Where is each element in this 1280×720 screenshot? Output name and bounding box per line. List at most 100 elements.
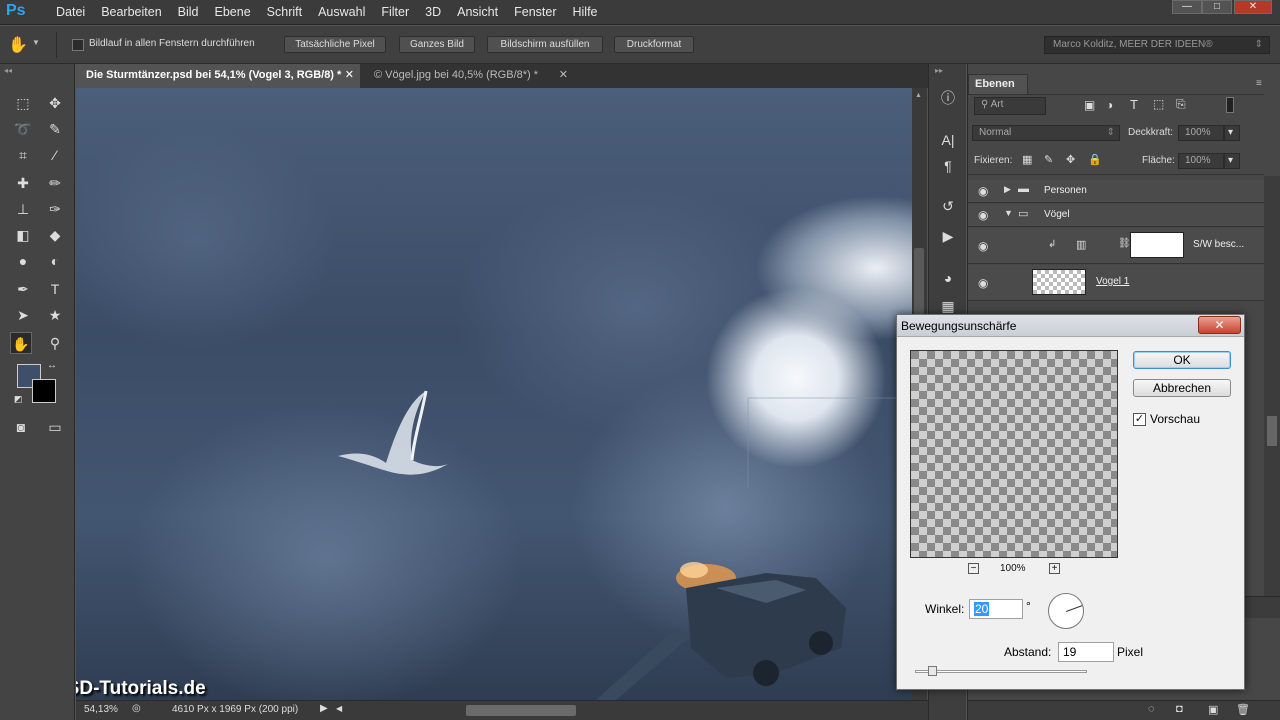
opacity-input[interactable]: 100% (1178, 125, 1224, 141)
layer-row-sw-adjustment[interactable]: ◉ ↲ ▥ ⛓ S/W besc... (968, 228, 1264, 264)
collapse-chevron-icon[interactable]: ◂◂ (4, 66, 12, 75)
crop-tool-icon[interactable]: ⌗ (12, 144, 34, 166)
history-icon[interactable]: ↺ (938, 196, 958, 216)
background-color-swatch[interactable] (32, 379, 56, 403)
brush-tool-icon[interactable]: ✏ (44, 172, 66, 194)
chain-link-icon[interactable]: ⛓ (1118, 238, 1131, 249)
move-tool-icon[interactable]: ✥ (44, 92, 66, 114)
layer-row-personen[interactable]: ◉ ▶ ▬ Personen (968, 180, 1264, 203)
menu-datei[interactable]: Datei (48, 0, 93, 25)
default-colors-icon[interactable]: ◩ (14, 394, 23, 405)
pen-tool-icon[interactable]: ✒ (12, 278, 34, 300)
zoom-out-button[interactable]: − (968, 563, 979, 574)
zoom-in-button[interactable]: + (1049, 563, 1060, 574)
scrollbar-thumb[interactable] (1267, 416, 1277, 446)
menu-schrift[interactable]: Schrift (259, 0, 310, 25)
screen-mode-icon[interactable]: ▭ (44, 416, 66, 438)
expand-arrow-icon[interactable]: ▶ (1004, 184, 1011, 195)
eyedropper-tool-icon[interactable]: ⁄ (44, 144, 66, 166)
healing-brush-tool-icon[interactable]: ✚ (12, 172, 34, 194)
paragraph-icon[interactable]: ¶ (938, 156, 958, 176)
expand-panels-icon[interactable]: ▸▸ (935, 66, 943, 75)
preset-chevron-down-icon[interactable]: ▼ (32, 38, 40, 47)
zoom-level[interactable]: 54,13% (84, 704, 118, 715)
info-icon[interactable]: ⓘ (938, 88, 958, 108)
print-size-button[interactable]: Druckformat (614, 36, 694, 53)
menu-fenster[interactable]: Fenster (506, 0, 564, 25)
quick-mask-icon[interactable]: ◙ (10, 416, 32, 438)
tab-sturmtaenzer[interactable]: Die Sturmtänzer.psd bei 54,1% (Vogel 3, … (76, 64, 360, 88)
menu-auswahl[interactable]: Auswahl (310, 0, 373, 25)
lock-position-icon[interactable]: ✥ (1066, 153, 1075, 166)
cancel-button[interactable]: Abbrechen (1133, 379, 1231, 397)
dialog-titlebar[interactable]: Bewegungsunschärfe ✕ (897, 315, 1244, 337)
tab-voegel[interactable]: © Vögel.jpg bei 40,5% (RGB/8*) * ✕ (364, 64, 574, 88)
quick-select-tool-icon[interactable]: ✎ (44, 118, 66, 140)
blend-mode-select[interactable]: Normal ⇕ (972, 125, 1120, 141)
zoom-tool-icon[interactable]: ⚲ (44, 332, 66, 354)
eraser-tool-icon[interactable]: ◧ (12, 224, 34, 246)
add-mask-icon[interactable]: ◘ (1176, 703, 1183, 715)
scroll-left-icon[interactable]: ◀ (336, 704, 342, 713)
fill-dropdown-icon[interactable]: ▾ (1224, 153, 1240, 169)
blur-preview[interactable] (910, 350, 1118, 558)
menu-hilfe[interactable]: Hilfe (565, 0, 606, 25)
fill-input[interactable]: 100% (1178, 153, 1224, 169)
dialog-close-button[interactable]: ✕ (1198, 316, 1241, 334)
opacity-dropdown-icon[interactable]: ▾ (1224, 125, 1240, 141)
angle-dial[interactable] (1048, 593, 1084, 629)
scroll-all-checkbox[interactable] (72, 39, 84, 51)
trash-icon[interactable]: 🗑 (1236, 703, 1250, 716)
history-brush-tool-icon[interactable]: ✑ (44, 198, 66, 220)
fill-screen-button[interactable]: Bildschirm ausfüllen (487, 36, 603, 53)
menu-filter[interactable]: Filter (373, 0, 417, 25)
swatches-grid-icon[interactable]: ▦ (938, 296, 958, 316)
visibility-eye-icon[interactable]: ◉ (978, 184, 988, 198)
maximize-button[interactable]: □ (1202, 0, 1232, 14)
preview-checkbox[interactable]: ✓ (1133, 413, 1146, 426)
menu-3d[interactable]: 3D (417, 0, 449, 25)
menu-ebene[interactable]: Ebene (207, 0, 259, 25)
close-window-button[interactable]: ✕ (1234, 0, 1272, 14)
path-selection-tool-icon[interactable]: ➤ (12, 304, 34, 326)
blur-tool-icon[interactable]: ● (12, 250, 34, 272)
layers-scrollbar[interactable] (1264, 176, 1280, 596)
layer-row-voegel[interactable]: ◉ ▼ ▭ Vögel (968, 204, 1264, 227)
status-share-icon[interactable]: ◎ (132, 703, 141, 714)
color-palette-icon[interactable]: ◕ (938, 268, 958, 288)
fit-screen-button[interactable]: Ganzes Bild (399, 36, 475, 53)
dodge-tool-icon[interactable]: ◐ (44, 250, 66, 272)
paint-bucket-tool-icon[interactable]: ◆ (44, 224, 66, 246)
filter-pixel-icon[interactable]: ▣ (1084, 98, 1095, 112)
marquee-tool-icon[interactable]: ⬚ (12, 92, 34, 114)
visibility-eye-icon[interactable]: ◉ (978, 208, 988, 222)
distance-slider-track[interactable] (915, 670, 1087, 673)
hand-tool-icon[interactable]: ✋ (10, 332, 32, 354)
filter-smartobject-icon[interactable]: ⎘ (1176, 97, 1186, 112)
filter-shape-icon[interactable]: ⬚ (1153, 97, 1164, 111)
panel-menu-icon[interactable]: ≡ (1256, 78, 1262, 89)
lock-pixels-icon[interactable]: ✎ (1044, 153, 1053, 166)
visibility-eye-icon[interactable]: ◉ (978, 276, 988, 290)
horizontal-scrollbar-thumb[interactable] (466, 705, 576, 716)
swap-colors-icon[interactable]: ↔ (47, 360, 57, 371)
new-layer-icon[interactable]: ▣ (1208, 703, 1218, 716)
minimize-button[interactable]: — (1172, 0, 1202, 14)
document-canvas[interactable]: PSD-Tutorials.de (76, 88, 912, 700)
menu-bild[interactable]: Bild (170, 0, 207, 25)
ok-button[interactable]: OK (1133, 351, 1231, 369)
clone-stamp-tool-icon[interactable]: ⊥ (12, 198, 34, 220)
type-tool-icon[interactable]: T (44, 278, 66, 300)
layer-filter-select[interactable]: ⚲ Art (974, 97, 1046, 115)
lasso-tool-icon[interactable]: ➰ (12, 118, 34, 140)
layer-thumbnail[interactable] (1032, 269, 1086, 295)
lock-transparent-icon[interactable]: ▦ (1022, 153, 1032, 166)
layer-mask-thumbnail[interactable] (1130, 232, 1184, 258)
actual-pixels-button[interactable]: Tatsächliche Pixel (284, 36, 386, 53)
collapse-arrow-icon[interactable]: ▼ (1004, 208, 1013, 218)
character-icon[interactable]: A| (938, 130, 958, 150)
filter-toggle-switch[interactable] (1226, 97, 1234, 113)
scroll-up-icon[interactable]: ▲ (915, 92, 922, 99)
new-group-icon[interactable]: ◌ (1148, 703, 1155, 715)
close-tab-icon[interactable]: ✕ (345, 64, 354, 86)
